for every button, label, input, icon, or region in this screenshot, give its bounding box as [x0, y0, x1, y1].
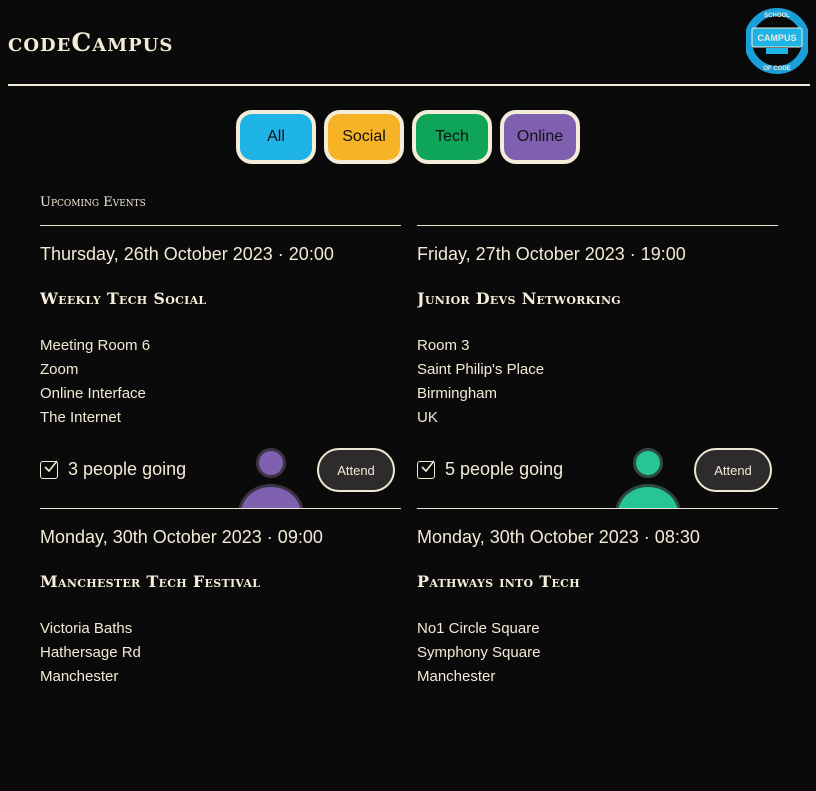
event-date: Thursday, 26th October 2023 · 20:00 — [40, 244, 334, 264]
event-card: Monday, 30th October 2023 · 08:30 Pathwa… — [417, 508, 778, 791]
event-card: Monday, 30th October 2023 · 09:00 Manche… — [40, 508, 401, 791]
filter-online-button[interactable]: Online — [500, 110, 580, 164]
event-title[interactable]: Weekly Tech Social — [40, 289, 206, 308]
site-header: codeCampus SCHOOL CAMPUS OF CODE — [8, 0, 810, 86]
going-count: 5 people going — [445, 459, 564, 479]
section-title: Upcoming Events — [40, 195, 146, 210]
attend-button[interactable]: Attend — [317, 448, 395, 492]
filter-tech-button[interactable]: Tech — [412, 110, 492, 164]
logo-bottom-text: OF CODE — [763, 66, 790, 72]
event-card: Friday, 27th October 2023 · 19:00 Junior… — [417, 225, 778, 508]
location-line: Meeting Room 6 — [40, 337, 151, 354]
filter-bar: All Social Tech Online — [236, 110, 580, 164]
going-count: 3 people going — [68, 459, 187, 479]
school-of-code-logo[interactable]: SCHOOL CAMPUS OF CODE — [746, 6, 808, 76]
event-location: Meeting Room 6 Zoom Online Interface The… — [40, 334, 150, 430]
location-line: Manchester — [40, 668, 119, 685]
location-line: Hathersage Rd — [40, 644, 141, 661]
logo-middle-text: CAMPUS — [757, 33, 796, 43]
location-line: Zoom — [40, 361, 79, 378]
location-line: Saint Philip's Place — [417, 361, 545, 378]
event-location: Room 3 Saint Philip's Place Birmingham U… — [417, 334, 544, 430]
event-title[interactable]: Manchester Tech Festival — [40, 572, 260, 591]
attendance-info: 3 people going — [40, 459, 186, 480]
location-line: Online Interface — [40, 385, 146, 402]
event-location: No1 Circle Square Symphony Square Manche… — [417, 617, 540, 689]
attendee-avatar-icon — [238, 448, 304, 508]
checkbox-icon — [417, 460, 435, 479]
event-card: Thursday, 26th October 2023 · 20:00 Week… — [40, 225, 401, 508]
location-line: Victoria Baths — [40, 620, 133, 637]
location-line: UK — [417, 409, 438, 426]
brand-name[interactable]: codeCampus — [8, 28, 173, 57]
event-title[interactable]: Junior Devs Networking — [417, 289, 621, 308]
attendance-info: 5 people going — [417, 459, 563, 480]
logo-top-text: SCHOOL — [764, 13, 790, 19]
event-date: Monday, 30th October 2023 · 09:00 — [40, 527, 323, 547]
location-line: No1 Circle Square — [417, 620, 540, 637]
event-date: Monday, 30th October 2023 · 08:30 — [417, 527, 700, 547]
attend-button[interactable]: Attend — [694, 448, 772, 492]
location-line: Manchester — [417, 668, 496, 685]
event-location: Victoria Baths Hathersage Rd Manchester — [40, 617, 141, 689]
event-date: Friday, 27th October 2023 · 19:00 — [417, 244, 686, 264]
attendee-avatar-icon — [615, 448, 681, 508]
location-line: The Internet — [40, 409, 121, 426]
event-title[interactable]: Pathways into Tech — [417, 572, 580, 591]
filter-social-button[interactable]: Social — [324, 110, 404, 164]
checkbox-icon — [40, 460, 58, 479]
location-line: Room 3 — [417, 337, 470, 354]
location-line: Birmingham — [417, 385, 498, 402]
filter-all-button[interactable]: All — [236, 110, 316, 164]
location-line: Symphony Square — [417, 644, 541, 661]
